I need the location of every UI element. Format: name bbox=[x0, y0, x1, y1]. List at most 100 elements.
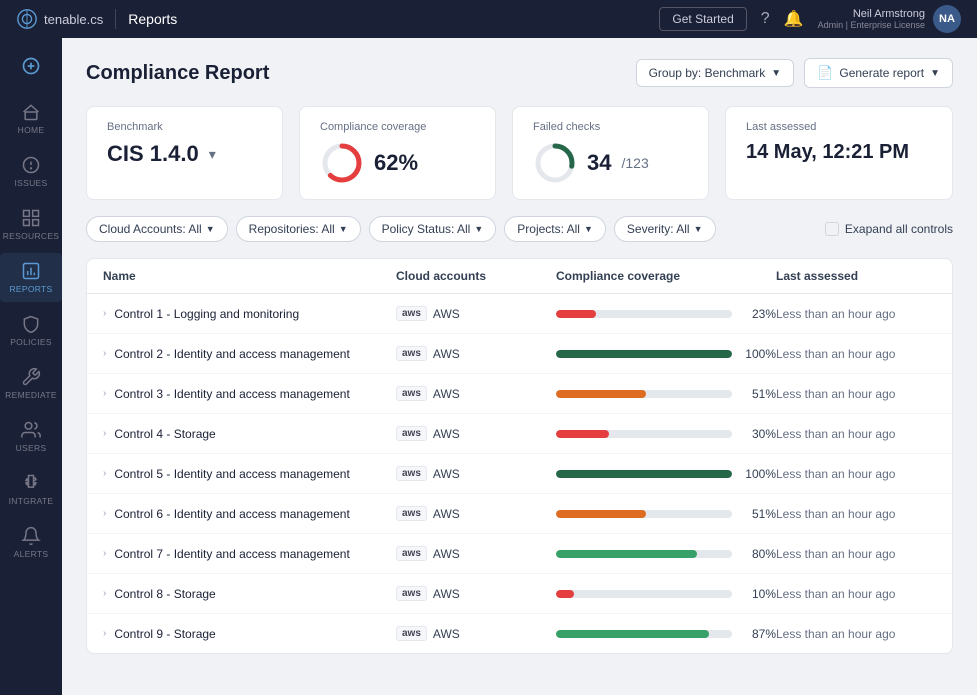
table-row[interactable]: › Control 3 - Identity and access manage… bbox=[87, 374, 952, 414]
filter-chevron-2: ▼ bbox=[339, 224, 348, 234]
benchmark-value: CIS 1.4.0 bbox=[107, 141, 199, 167]
aws-badge-2: aws bbox=[396, 386, 427, 401]
sidebar-item-resources[interactable]: RESOURCES bbox=[0, 200, 62, 249]
row-chevron-4[interactable]: › bbox=[103, 468, 106, 479]
nav-divider bbox=[115, 9, 116, 29]
avatar[interactable]: NA bbox=[933, 5, 961, 33]
row-coverage-7: 10% bbox=[556, 587, 776, 601]
sidebar-item-policies-label: POLICIES bbox=[10, 337, 52, 347]
row-control-name-2: Control 3 - Identity and access manageme… bbox=[114, 387, 349, 401]
row-control-name-5: Control 6 - Identity and access manageme… bbox=[114, 507, 349, 521]
expand-all-controls[interactable]: Exapand all controls bbox=[825, 222, 953, 236]
bar-fill-5 bbox=[556, 510, 646, 518]
bell-sidebar-icon bbox=[21, 526, 41, 546]
benchmark-label: Benchmark bbox=[107, 121, 262, 133]
header-actions: Group by: Benchmark ▼ 📄 Generate report … bbox=[636, 58, 953, 88]
cloud-accounts-filter[interactable]: Cloud Accounts: All ▼ bbox=[86, 216, 228, 242]
row-coverage-0: 23% bbox=[556, 307, 776, 321]
sidebar-item-issues[interactable]: ISSUES bbox=[0, 147, 62, 196]
group-by-label: Group by: Benchmark bbox=[649, 66, 766, 80]
col-coverage: Compliance coverage bbox=[556, 269, 776, 283]
sidebar-item-issues-label: ISSUES bbox=[15, 178, 48, 188]
col-cloud: Cloud accounts bbox=[396, 269, 556, 283]
row-last-assessed-0: Less than an hour ago bbox=[776, 307, 936, 321]
row-chevron-0[interactable]: › bbox=[103, 308, 106, 319]
row-cloud-3: aws AWS bbox=[396, 426, 556, 441]
row-last-assessed-1: Less than an hour ago bbox=[776, 347, 936, 361]
row-name-5: › Control 6 - Identity and access manage… bbox=[103, 507, 396, 521]
bar-fill-6 bbox=[556, 550, 697, 558]
row-name-6: › Control 7 - Identity and access manage… bbox=[103, 547, 396, 561]
row-name-3: › Control 4 - Storage bbox=[103, 427, 396, 441]
table-row[interactable]: › Control 2 - Identity and access manage… bbox=[87, 334, 952, 374]
sidebar-item-add[interactable] bbox=[0, 48, 62, 84]
compliance-coverage-value-row: 62% bbox=[320, 141, 475, 185]
row-chevron-8[interactable]: › bbox=[103, 628, 106, 639]
table-row[interactable]: › Control 4 - Storage aws AWS 30% Less t… bbox=[87, 414, 952, 454]
row-chevron-7[interactable]: › bbox=[103, 588, 106, 599]
sidebar-item-integrate-label: INTGRATE bbox=[9, 496, 54, 506]
expand-all-checkbox[interactable] bbox=[825, 222, 839, 236]
sidebar-item-policies[interactable]: POLICIES bbox=[0, 306, 62, 355]
row-coverage-2: 51% bbox=[556, 387, 776, 401]
aws-badge-3: aws bbox=[396, 426, 427, 441]
projects-filter[interactable]: Projects: All ▼ bbox=[504, 216, 606, 242]
row-name-8: › Control 9 - Storage bbox=[103, 627, 396, 641]
row-last-assessed-6: Less than an hour ago bbox=[776, 547, 936, 561]
filter-chevron-3: ▼ bbox=[474, 224, 483, 234]
aws-badge-8: aws bbox=[396, 626, 427, 641]
table-row[interactable]: › Control 6 - Identity and access manage… bbox=[87, 494, 952, 534]
user-details: Neil Armstrong Admin | Enterprise Licens… bbox=[818, 8, 925, 30]
row-chevron-2[interactable]: › bbox=[103, 388, 106, 399]
generate-report-button[interactable]: 📄 Generate report ▼ bbox=[804, 58, 953, 88]
bell-icon[interactable]: 🔔 bbox=[784, 9, 804, 29]
sidebar-item-users[interactable]: USERS bbox=[0, 412, 62, 461]
row-name-4: › Control 5 - Identity and access manage… bbox=[103, 467, 396, 481]
bar-bg-3 bbox=[556, 430, 732, 438]
repositories-filter[interactable]: Repositories: All ▼ bbox=[236, 216, 361, 242]
policy-status-filter[interactable]: Policy Status: All ▼ bbox=[369, 216, 497, 242]
sidebar-item-home-label: HOME bbox=[18, 125, 45, 135]
bar-pct-7: 10% bbox=[740, 587, 776, 601]
last-assessed-card: Last assessed 14 May, 12:21 PM bbox=[725, 106, 953, 200]
compliance-coverage-card: Compliance coverage 62% bbox=[299, 106, 496, 200]
row-last-assessed-2: Less than an hour ago bbox=[776, 387, 936, 401]
benchmark-chevron[interactable]: ▾ bbox=[209, 146, 216, 163]
sidebar: HOME ISSUES RESOURCES REPORTS POLIC bbox=[0, 38, 62, 695]
get-started-button[interactable]: Get Started bbox=[659, 7, 746, 31]
sidebar-item-remediate-label: REMEDIATE bbox=[5, 390, 57, 400]
bar-pct-3: 30% bbox=[740, 427, 776, 441]
row-chevron-6[interactable]: › bbox=[103, 548, 106, 559]
help-icon[interactable]: ? bbox=[761, 10, 770, 28]
row-chevron-3[interactable]: › bbox=[103, 428, 106, 439]
sidebar-item-remediate[interactable]: REMEDIATE bbox=[0, 359, 62, 408]
row-chevron-1[interactable]: › bbox=[103, 348, 106, 359]
severity-filter[interactable]: Severity: All ▼ bbox=[614, 216, 716, 242]
sidebar-item-home[interactable]: HOME bbox=[0, 94, 62, 143]
row-last-assessed-5: Less than an hour ago bbox=[776, 507, 936, 521]
row-control-name-6: Control 7 - Identity and access manageme… bbox=[114, 547, 349, 561]
table-row[interactable]: › Control 5 - Identity and access manage… bbox=[87, 454, 952, 494]
row-last-assessed-7: Less than an hour ago bbox=[776, 587, 936, 601]
sidebar-item-reports[interactable]: REPORTS bbox=[0, 253, 62, 302]
row-control-name-8: Control 9 - Storage bbox=[114, 627, 215, 641]
sidebar-item-integrate[interactable]: INTGRATE bbox=[0, 465, 62, 514]
row-chevron-5[interactable]: › bbox=[103, 508, 106, 519]
failed-checks-donut bbox=[533, 141, 577, 185]
bar-pct-6: 80% bbox=[740, 547, 776, 561]
table-row[interactable]: › Control 8 - Storage aws AWS 10% Less t… bbox=[87, 574, 952, 614]
compliance-table: Name Cloud accounts Compliance coverage … bbox=[86, 258, 953, 654]
nav-title: Reports bbox=[128, 11, 177, 27]
cloud-name-8: AWS bbox=[433, 627, 460, 641]
home-icon bbox=[21, 102, 41, 122]
aws-badge-0: aws bbox=[396, 306, 427, 321]
table-row[interactable]: › Control 9 - Storage aws AWS 87% Less t… bbox=[87, 614, 952, 653]
table-row[interactable]: › Control 7 - Identity and access manage… bbox=[87, 534, 952, 574]
failed-checks-donut-svg bbox=[533, 141, 577, 185]
sidebar-item-alerts[interactable]: ALERTS bbox=[0, 518, 62, 567]
table-row[interactable]: › Control 1 - Logging and monitoring aws… bbox=[87, 294, 952, 334]
group-by-button[interactable]: Group by: Benchmark ▼ bbox=[636, 59, 795, 87]
row-control-name-4: Control 5 - Identity and access manageme… bbox=[114, 467, 349, 481]
cloud-name-6: AWS bbox=[433, 547, 460, 561]
benchmark-value-row: CIS 1.4.0 ▾ bbox=[107, 141, 262, 167]
